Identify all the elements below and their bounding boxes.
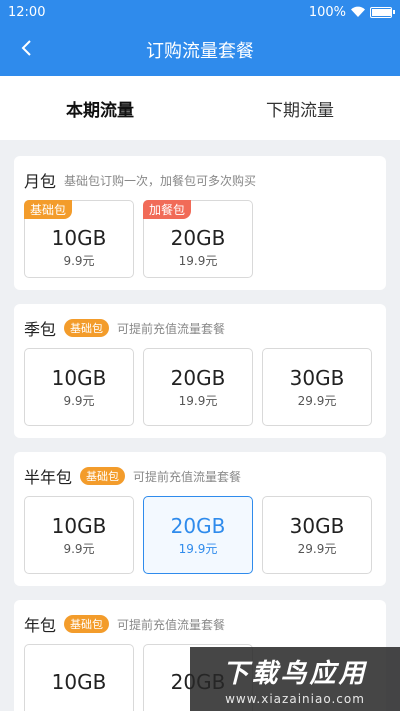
section-header: 年包 基础包 可提前充值流量套餐	[24, 612, 376, 636]
plan-size: 20GB	[170, 513, 226, 538]
plan-card-selected[interactable]: 20GB 19.9元	[143, 496, 253, 574]
section-header: 月包 基础包订购一次，加餐包可多次购买	[24, 168, 376, 192]
plan-size: 10GB	[51, 226, 107, 250]
plan-card[interactable]: 10GB 9.9元	[24, 348, 134, 426]
battery-level-fill	[372, 8, 392, 16]
plan-size: 20GB	[170, 226, 226, 250]
plan-price: 19.9元	[178, 254, 218, 268]
back-button[interactable]	[12, 34, 40, 62]
period-tabs: 本期流量 下期流量	[0, 76, 400, 140]
plan-card[interactable]: 30GB 29.9元	[262, 348, 372, 426]
section-quarterly: 季包 基础包 可提前充值流量套餐 10GB 9.9元 20GB 19.9元 30…	[14, 304, 386, 438]
watermark-logo: 下载鸟应用 www.xiazainiao.com	[190, 647, 400, 711]
section-badge: 基础包	[80, 467, 126, 485]
section-title: 半年包	[24, 468, 73, 487]
plan-size: 10GB	[51, 513, 107, 538]
plan-card[interactable]: 20GB 19.9元	[143, 348, 253, 426]
status-bar: 12:00 100%	[0, 0, 400, 24]
tab-label: 下期流量	[266, 100, 334, 121]
plan-size: 20GB	[170, 365, 226, 390]
plan-size: 30GB	[289, 365, 345, 390]
section-note: 可提前充值流量套餐	[133, 469, 242, 484]
plan-price: 9.9元	[63, 393, 95, 408]
section-title: 月包	[24, 172, 57, 191]
section-header: 半年包 基础包 可提前充值流量套餐	[24, 464, 376, 488]
section-badge: 基础包	[64, 319, 110, 337]
plan-cards: 基础包 10GB 9.9元 加餐包 20GB 19.9元	[24, 200, 376, 278]
plan-card[interactable]: 加餐包 20GB 19.9元	[143, 200, 253, 278]
section-title: 年包	[24, 616, 57, 635]
section-note: 可提前充值流量套餐	[117, 321, 226, 336]
nav-bar: 订购流量套餐	[0, 24, 400, 76]
section-note: 基础包订购一次，加餐包可多次购买	[64, 173, 257, 188]
plan-price: 9.9元	[63, 254, 95, 268]
plan-cards: 10GB 9.9元 20GB 19.9元 30GB 29.9元	[24, 496, 376, 574]
plan-card[interactable]: 10GB 9.9元	[24, 496, 134, 574]
wifi-icon	[351, 6, 365, 18]
page-title: 订购流量套餐	[146, 41, 254, 62]
section-half-year: 半年包 基础包 可提前充值流量套餐 10GB 9.9元 20GB 19.9元 3…	[14, 452, 386, 586]
plan-size: 30GB	[289, 513, 345, 538]
plan-tag: 加餐包	[143, 200, 192, 219]
battery-percent: 100%	[308, 4, 346, 20]
status-right: 100%	[308, 4, 395, 20]
tab-label: 本期流量	[66, 100, 134, 121]
section-note: 可提前充值流量套餐	[117, 617, 226, 632]
tab-next-period[interactable]: 下期流量	[200, 76, 400, 140]
plan-cards: 10GB 9.9元 20GB 19.9元 30GB 29.9元	[24, 348, 376, 426]
section-header: 季包 基础包 可提前充值流量套餐	[24, 316, 376, 340]
tab-current-period[interactable]: 本期流量	[0, 76, 200, 140]
chevron-left-icon	[21, 40, 31, 56]
battery-icon	[370, 6, 395, 18]
plan-card[interactable]: 基础包 10GB 9.9元	[24, 200, 134, 278]
plan-size: 10GB	[51, 365, 107, 390]
watermark-title: 下载鸟应用	[222, 658, 368, 689]
plan-list: 月包 基础包订购一次，加餐包可多次购买 基础包 10GB 9.9元 加餐包 20…	[0, 140, 400, 711]
plan-price: 19.9元	[178, 393, 218, 408]
plan-price: 19.9元	[178, 541, 218, 556]
status-time: 12:00	[8, 4, 46, 20]
section-badge: 基础包	[64, 615, 110, 633]
plan-card[interactable]: 10GB	[24, 644, 134, 711]
plan-price: 9.9元	[63, 541, 95, 556]
plan-price: 29.9元	[297, 541, 337, 556]
plan-price: 29.9元	[297, 393, 337, 408]
section-monthly: 月包 基础包订购一次，加餐包可多次购买 基础包 10GB 9.9元 加餐包 20…	[14, 156, 386, 290]
plan-card[interactable]: 30GB 29.9元	[262, 496, 372, 574]
section-title: 季包	[24, 320, 57, 339]
plan-tag: 基础包	[24, 200, 73, 219]
plan-size: 10GB	[51, 670, 107, 694]
watermark-url: www.xiazainiao.com	[225, 691, 365, 706]
